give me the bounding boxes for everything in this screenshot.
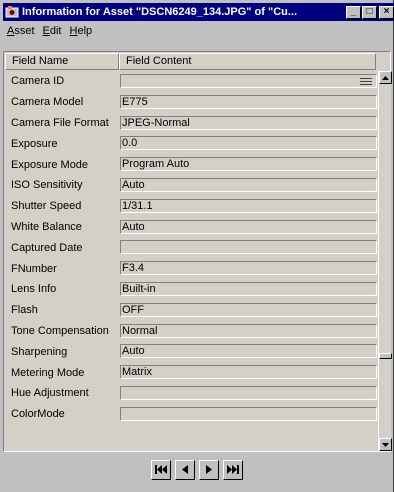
field-name: Captured Date <box>11 241 83 254</box>
header-field-name[interactable]: Field Name <box>5 53 119 70</box>
scroll-up-button[interactable] <box>379 71 392 84</box>
table-row: Exposure Mode Program Auto <box>5 154 377 175</box>
field-name: Hue Adjustment <box>11 387 89 400</box>
list-icon[interactable] <box>358 76 373 86</box>
field-content-input[interactable]: Matrix <box>120 365 377 380</box>
field-content-input[interactable]: Program Auto <box>120 157 377 172</box>
app-icon <box>5 5 19 19</box>
table-row: ISO Sensitivity Auto <box>5 175 377 196</box>
next-record-button[interactable] <box>199 459 219 480</box>
up-arrow-icon <box>382 75 389 80</box>
field-name: Flash <box>11 304 38 317</box>
minimize-button[interactable]: _ <box>346 5 361 19</box>
field-content-input[interactable] <box>120 74 377 88</box>
table-row: Camera ID <box>5 71 377 92</box>
field-name: Exposure <box>11 137 58 150</box>
table-row: Captured Date <box>5 237 377 258</box>
field-content-input[interactable] <box>120 385 377 400</box>
field-name: White Balance <box>11 220 82 233</box>
table-row: Sharpening Auto <box>5 341 377 362</box>
previous-icon <box>182 465 188 474</box>
table-row: Metering Mode Matrix <box>5 362 377 383</box>
field-name: Metering Mode <box>11 366 85 379</box>
table-row: ColorMode <box>5 404 377 425</box>
window-title: Information for Asset "DSCN6249_134.JPG"… <box>22 6 298 18</box>
first-record-button[interactable] <box>151 459 171 480</box>
field-name: Camera File Format <box>11 116 109 129</box>
field-content-input[interactable]: E775 <box>120 94 377 109</box>
menu-edit[interactable]: Edit <box>39 25 66 37</box>
field-content-input[interactable] <box>120 240 377 255</box>
table-row: White Balance Auto <box>5 217 377 238</box>
vertical-scrollbar[interactable] <box>378 71 392 451</box>
field-name: Lens Info <box>11 283 57 296</box>
table-header: Field Name Field Content <box>5 53 376 70</box>
maximize-button[interactable]: □ <box>362 5 377 19</box>
table-row: Hue Adjustment <box>5 383 377 404</box>
next-icon <box>206 465 212 474</box>
table-row: Exposure 0.0 <box>5 133 377 154</box>
header-field-content[interactable]: Field Content <box>119 53 376 70</box>
field-content-input[interactable]: Auto <box>120 219 377 234</box>
field-name: FNumber <box>11 262 57 275</box>
field-content-input[interactable]: OFF <box>120 302 377 317</box>
field-content-input[interactable]: 1/31.1 <box>120 198 377 213</box>
first-icon <box>155 465 167 474</box>
menu-help[interactable]: Help <box>66 25 97 37</box>
field-name: Sharpening <box>11 345 68 358</box>
field-content-input[interactable]: F3.4 <box>120 261 377 276</box>
field-name: Camera Model <box>11 96 84 109</box>
field-name: ISO Sensitivity <box>11 179 83 192</box>
previous-record-button[interactable] <box>175 459 195 480</box>
table-row: Lens Info Built-in <box>5 279 377 300</box>
table-rows: Camera ID Camera Model E775 Camera File For… <box>5 71 377 425</box>
scroll-thumb[interactable] <box>379 353 392 359</box>
table-row: Tone Compensation Normal <box>5 321 377 342</box>
field-name: Shutter Speed <box>11 200 82 213</box>
field-content-input[interactable]: 0.0 <box>120 136 377 151</box>
title-bar[interactable]: Information for Asset "DSCN6249_134.JPG"… <box>3 3 394 21</box>
field-name: Tone Compensation <box>11 324 109 337</box>
scroll-down-button[interactable] <box>379 438 392 451</box>
field-content-input[interactable]: Normal <box>120 323 377 338</box>
menu-asset[interactable]: Asset <box>3 25 39 37</box>
last-icon <box>227 465 239 474</box>
field-name: Exposure Mode <box>11 158 89 171</box>
close-button[interactable]: × <box>379 5 394 19</box>
table-row: Flash OFF <box>5 300 377 321</box>
down-arrow-icon <box>382 442 389 447</box>
field-content-input[interactable]: Auto <box>120 177 377 192</box>
table-row: FNumber F3.4 <box>5 258 377 279</box>
field-content-input[interactable] <box>120 406 377 421</box>
field-content-input[interactable]: JPEG-Normal <box>120 115 377 130</box>
menu-bar: Asset Edit Help <box>3 22 391 39</box>
field-name: ColorMode <box>11 408 65 421</box>
info-table-panel: Field Name Field Content Camera ID Camera… <box>3 51 392 452</box>
field-name: Camera ID <box>11 75 65 88</box>
last-record-button[interactable] <box>223 459 243 480</box>
table-row: Camera File Format JPEG-Normal <box>5 113 377 134</box>
table-row: Camera Model E775 <box>5 92 377 113</box>
table-row: Shutter Speed 1/31.1 <box>5 196 377 217</box>
field-content-input[interactable]: Auto <box>120 344 377 359</box>
record-navigation <box>3 452 391 487</box>
field-content-input[interactable]: Built-in <box>120 281 377 296</box>
asset-info-window: Information for Asset "DSCN6249_134.JPG"… <box>0 0 394 492</box>
